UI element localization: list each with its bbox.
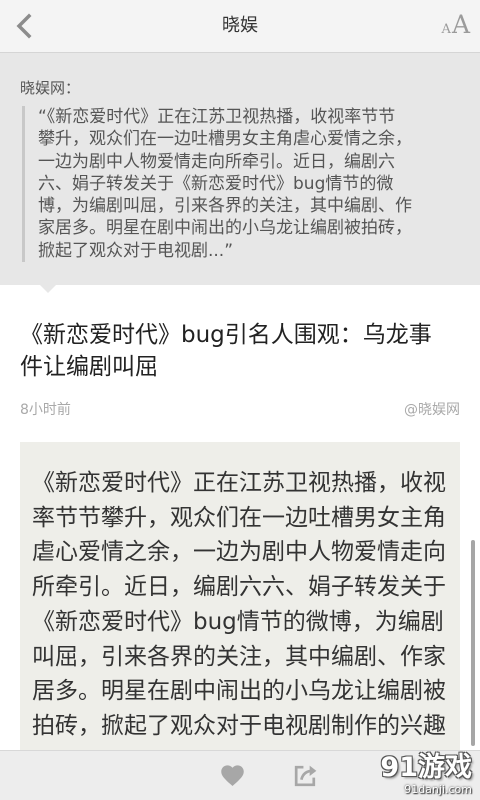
article-title-line: 《新恋爱时代》bug引名人围观：乌龙事 [20, 322, 432, 348]
scrollbar[interactable] [471, 540, 475, 746]
article-title: 《新恋爱时代》bug引名人围观：乌龙事 件让编剧叫屈 [20, 319, 432, 383]
article-title-line: 件让编剧叫屈 [20, 354, 158, 380]
chevron-left-icon [16, 13, 32, 39]
page-title: 晓娱 [222, 15, 258, 36]
quote-line: “《新恋爱时代》正在江苏卫视热播，收视率节节 [38, 107, 396, 127]
like-button[interactable] [219, 762, 246, 789]
heart-icon [221, 765, 244, 787]
quote-pointer [40, 285, 56, 293]
body-line: 《新恋爱时代》正在江苏卫视热播，收视 [32, 470, 446, 496]
article-source: @晓娱网 [404, 402, 460, 418]
body-line: 所牵引。近日，编剧六六、娟子转发关于 [32, 574, 446, 601]
body-line: 率节节攀升，观众们在一边吐槽男女主角 [32, 504, 446, 531]
quote-source: 晓娱网： [20, 79, 81, 97]
watermark-brand: 91游戏 [380, 752, 472, 783]
body-line: 居多。明星在剧中闹出的小乌龙让编剧被 [32, 678, 446, 705]
body-line: 叫屈，引来各界的关注，其中编剧、作家 [32, 643, 446, 670]
quote-line: 六、娟子转发关于《新恋爱时代》bug情节的微 [38, 173, 394, 194]
watermark-site: 91danji.com [404, 783, 472, 796]
body-line: 拍砖，掀起了观众对于电视剧制作的兴趣 [32, 712, 446, 739]
article-body: 《新恋爱时代》正在江苏卫视热播，收视 率节节攀升，观众们在一边吐槽男女主角 虐心… [20, 442, 460, 800]
body-line: 虐心爱情之余，一边为剧中人物爱情走向 [32, 539, 446, 566]
font-size-small-icon: A [441, 22, 451, 37]
quote-line: 家居多。明星在剧中闹出的小乌龙让编剧被拍砖， [38, 218, 412, 239]
back-button[interactable] [9, 10, 41, 42]
quote-line: 博，为编剧叫屈，引来各界的关注，其中编剧、作 [38, 196, 412, 217]
font-size-large-icon: A [451, 10, 470, 39]
body-line: 《新恋爱时代》bug情节的微博，为编剧 [32, 608, 444, 635]
share-button[interactable] [291, 761, 320, 790]
quote-section: 晓娱网： “《新恋爱时代》正在江苏卫视热播，收视率节节 攀升，观众们在一边吐槽男… [0, 53, 480, 285]
watermark-logo: 91游戏 91danji.com [360, 752, 472, 798]
quote-line: 掀起了观众对于电视剧...” [38, 240, 234, 261]
top-bar: 晓娱 A A [0, 0, 480, 53]
quote-line: 一边为剧中人物爱情走向所牵引。近日，编剧六 [38, 151, 395, 172]
quote-block: “《新恋爱时代》正在江苏卫视热播，收视率节节 攀升，观众们在一边吐槽男女主角虐心… [22, 106, 412, 263]
share-icon [294, 765, 317, 787]
article-time: 8小时前 [20, 402, 71, 418]
quote-line: 攀升，观众们在一边吐槽男女主角虐心爱情之余， [38, 129, 412, 150]
article-meta: 8小时前 @晓娱网 [20, 401, 460, 419]
font-size-button[interactable]: A A [442, 6, 470, 46]
